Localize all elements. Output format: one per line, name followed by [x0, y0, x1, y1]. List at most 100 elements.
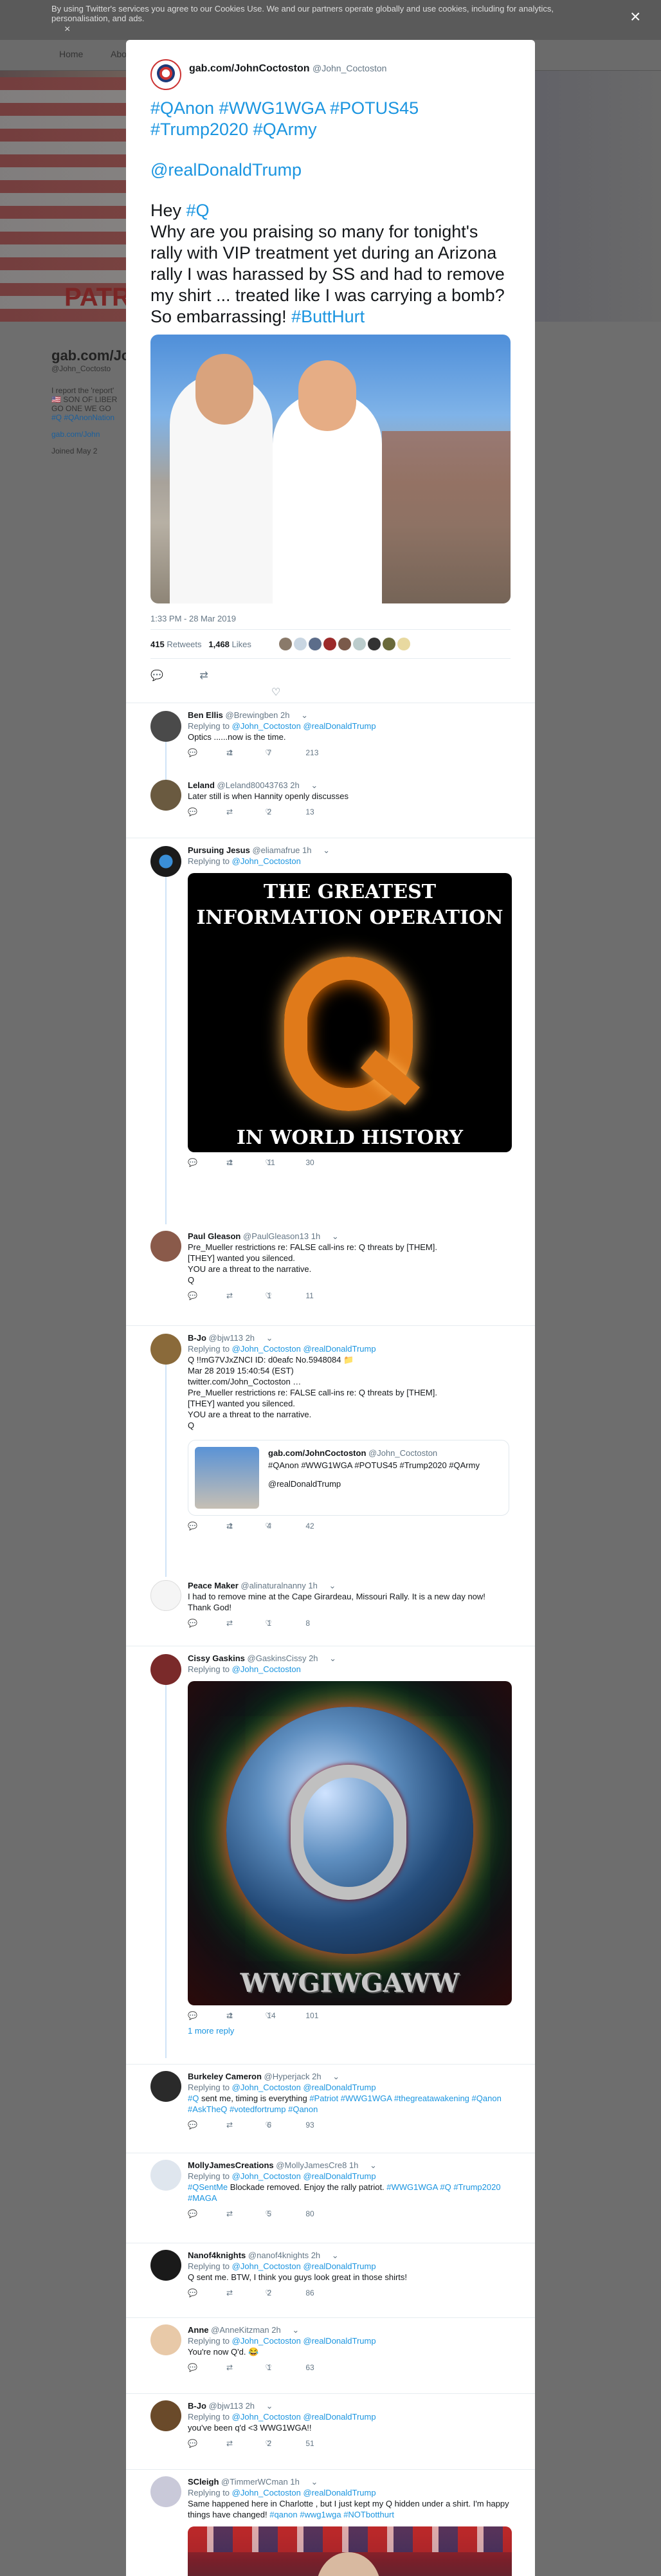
- reply-name[interactable]: Nanof4knights: [188, 2250, 246, 2260]
- like-icon[interactable]: ♡: [265, 2010, 303, 2021]
- reply-handle[interactable]: @MollyJamesCre8: [276, 2160, 347, 2170]
- reply-handle[interactable]: @bjw113: [209, 2401, 243, 2411]
- tweet-timestamp[interactable]: 1:33 PM - 28 Mar 2019: [150, 614, 236, 623]
- chevron-down-icon[interactable]: ⌄: [311, 2477, 318, 2487]
- chevron-down-icon[interactable]: ⌄: [266, 1333, 273, 1343]
- avatar[interactable]: [150, 1334, 181, 1365]
- retweet-count[interactable]: 415: [150, 639, 165, 649]
- avatar[interactable]: [150, 59, 181, 90]
- reply-name[interactable]: Pursuing Jesus: [188, 845, 250, 855]
- like-icon[interactable]: ♡: [265, 1291, 303, 1302]
- reply-handle[interactable]: @Brewingben: [226, 710, 278, 720]
- list-item[interactable]: Anne @AnneKitzman 2h ⌄ Replying to @John…: [126, 2317, 535, 2388]
- reply-time[interactable]: 2h: [290, 780, 299, 790]
- retweet-icon[interactable]: ⇄: [226, 1157, 265, 1168]
- nav-home[interactable]: Home: [59, 49, 83, 59]
- wwg1wga-image[interactable]: WWGIWGAWW: [188, 1681, 512, 2005]
- replying-to[interactable]: Replying to @John_Coctoston @realDonaldT…: [188, 721, 509, 731]
- retweet-icon[interactable]: ⇄: [226, 2438, 265, 2449]
- reply-handle[interactable]: @AnneKitzman: [211, 2325, 269, 2335]
- reply-icon[interactable]: 💬: [188, 807, 226, 818]
- list-item[interactable]: Burkeley Cameron @Hyperjack 2h ⌄ Replyin…: [126, 2064, 535, 2148]
- reply-icon[interactable]: 💬: [188, 2209, 226, 2220]
- retweet-icon[interactable]: ⇄: [226, 1618, 265, 1629]
- reply-name[interactable]: Paul Gleason: [188, 1231, 240, 1241]
- quoted-tweet[interactable]: gab.com/JohnCoctoston @John_Coctoston #Q…: [188, 1440, 509, 1516]
- reply-handle[interactable]: @Leland80043763: [217, 780, 288, 790]
- q-image[interactable]: THE GREATEST INFORMATION OPERATION IN WO…: [188, 873, 512, 1152]
- more-replies-link[interactable]: 1 more reply: [188, 2025, 509, 2036]
- hey-tag[interactable]: #Q: [186, 201, 210, 220]
- replying-to[interactable]: Replying to @John_Coctoston @realDonaldT…: [188, 1343, 509, 1354]
- like-icon[interactable]: ♡: [265, 1618, 303, 1629]
- reply-icon[interactable]: 💬: [188, 1157, 226, 1168]
- reply-name[interactable]: Ben Ellis: [188, 710, 223, 720]
- list-item[interactable]: B-Jo @bjw113 2h ⌄ Replying to @John_Coct…: [126, 2393, 535, 2464]
- replying-to[interactable]: Replying to @John_Coctoston @realDonaldT…: [188, 2335, 509, 2346]
- modal-close-icon[interactable]: ×: [630, 6, 640, 27]
- author-handle[interactable]: @John_Coctoston: [312, 63, 386, 73]
- retweet-icon[interactable]: ⇄: [226, 807, 265, 818]
- reply-icon[interactable]: 💬: [188, 2438, 226, 2449]
- author-name[interactable]: gab.com/JohnCoctoston: [189, 63, 310, 74]
- reply-name[interactable]: Anne: [188, 2325, 209, 2335]
- reply-name[interactable]: B-Jo: [188, 2401, 206, 2411]
- reply-time[interactable]: 2h: [312, 2072, 321, 2081]
- replying-to[interactable]: Replying to @John_Coctoston @realDonaldT…: [188, 2411, 509, 2422]
- list-item[interactable]: Paul Gleason @PaulGleason13 1h ⌄ Pre_Mue…: [126, 1227, 535, 1317]
- reply-name[interactable]: B-Jo: [188, 1333, 206, 1343]
- cookie-close-icon[interactable]: ×: [64, 24, 70, 35]
- list-item[interactable]: Nanof4knights @nanof4knights 2h ⌄ Replyi…: [126, 2243, 535, 2314]
- retweet-icon[interactable]: ⇄: [226, 1291, 265, 1302]
- avatar[interactable]: [150, 1231, 181, 1262]
- reply-icon[interactable]: 💬: [188, 1618, 226, 1629]
- reply-time[interactable]: 2h: [309, 1653, 318, 1663]
- retweet-icon[interactable]: ⇄: [226, 2362, 265, 2373]
- chevron-down-icon[interactable]: ⌄: [329, 1581, 336, 1590]
- reply-icon[interactable]: 💬: [188, 2120, 226, 2131]
- reply-time[interactable]: 1h: [349, 2160, 358, 2170]
- retweet-icon[interactable]: ⇄: [226, 2209, 265, 2220]
- avatar[interactable]: [150, 2071, 181, 2102]
- tweet-photo[interactable]: [150, 335, 511, 603]
- liker-avatars[interactable]: [279, 638, 412, 650]
- mention[interactable]: @realDonaldTrump: [150, 160, 511, 181]
- reply-name[interactable]: SCleigh: [188, 2477, 219, 2487]
- list-item[interactable]: Ben Ellis @Brewingben 2h ⌄ Replying to @…: [126, 703, 535, 780]
- replying-to[interactable]: Replying to @John_Coctoston @realDonaldT…: [188, 2487, 509, 2498]
- reply-name[interactable]: Peace Maker: [188, 1581, 239, 1590]
- retweet-icon[interactable]: ⇄: [226, 2010, 265, 2021]
- retweet-icon[interactable]: ⇄: [226, 2120, 265, 2131]
- list-item[interactable]: Leland @Leland80043763 2h ⌄ Later still …: [126, 780, 535, 830]
- chevron-down-icon[interactable]: ⌄: [370, 2160, 377, 2170]
- avatar[interactable]: [150, 2400, 181, 2431]
- reply-handle[interactable]: @alinaturalnanny: [240, 1581, 305, 1590]
- reply-time[interactable]: 2h: [246, 1333, 255, 1343]
- replying-to[interactable]: Replying to @John_Coctoston @realDonaldT…: [188, 2082, 509, 2093]
- reply-handle[interactable]: @bjw113: [209, 1333, 243, 1343]
- rally-photo[interactable]: [188, 2526, 512, 2576]
- hashtags-line1[interactable]: #QAnon #WWG1WGA #POTUS45: [150, 98, 511, 119]
- reply-time[interactable]: 1h: [311, 1231, 320, 1241]
- avatar[interactable]: [150, 1654, 181, 1685]
- reply-time[interactable]: 2h: [311, 2250, 320, 2260]
- list-item[interactable]: Pursuing Jesus @eliamafrue 1h ⌄ Replying…: [126, 838, 535, 1224]
- like-count[interactable]: 1,468: [208, 639, 230, 649]
- reply-handle[interactable]: @nanof4knights: [248, 2250, 309, 2260]
- like-icon[interactable]: ♡: [265, 2209, 303, 2220]
- replying-to[interactable]: Replying to @John_Coctoston @realDonaldT…: [188, 2261, 509, 2272]
- reply-time[interactable]: 2h: [246, 2401, 255, 2411]
- retweet-icon[interactable]: ⇄: [199, 669, 208, 682]
- reply-icon[interactable]: 💬: [188, 2010, 226, 2021]
- reply-time[interactable]: 2h: [271, 2325, 280, 2335]
- reply-icon[interactable]: 💬: [188, 1521, 226, 1532]
- reply-handle[interactable]: @GaskinsCissy: [248, 1653, 307, 1663]
- reply-name[interactable]: Cissy Gaskins: [188, 1653, 245, 1663]
- profile-link[interactable]: gab.com/John: [51, 430, 129, 439]
- retweet-icon[interactable]: ⇄: [226, 1521, 265, 1532]
- replying-to[interactable]: Replying to @John_Coctoston @realDonaldT…: [188, 2171, 509, 2182]
- reply-name[interactable]: Burkeley Cameron: [188, 2072, 262, 2081]
- chevron-down-icon[interactable]: ⌄: [329, 1653, 336, 1663]
- reply-time[interactable]: 1h: [290, 2477, 299, 2487]
- chevron-down-icon[interactable]: ⌄: [266, 2401, 273, 2411]
